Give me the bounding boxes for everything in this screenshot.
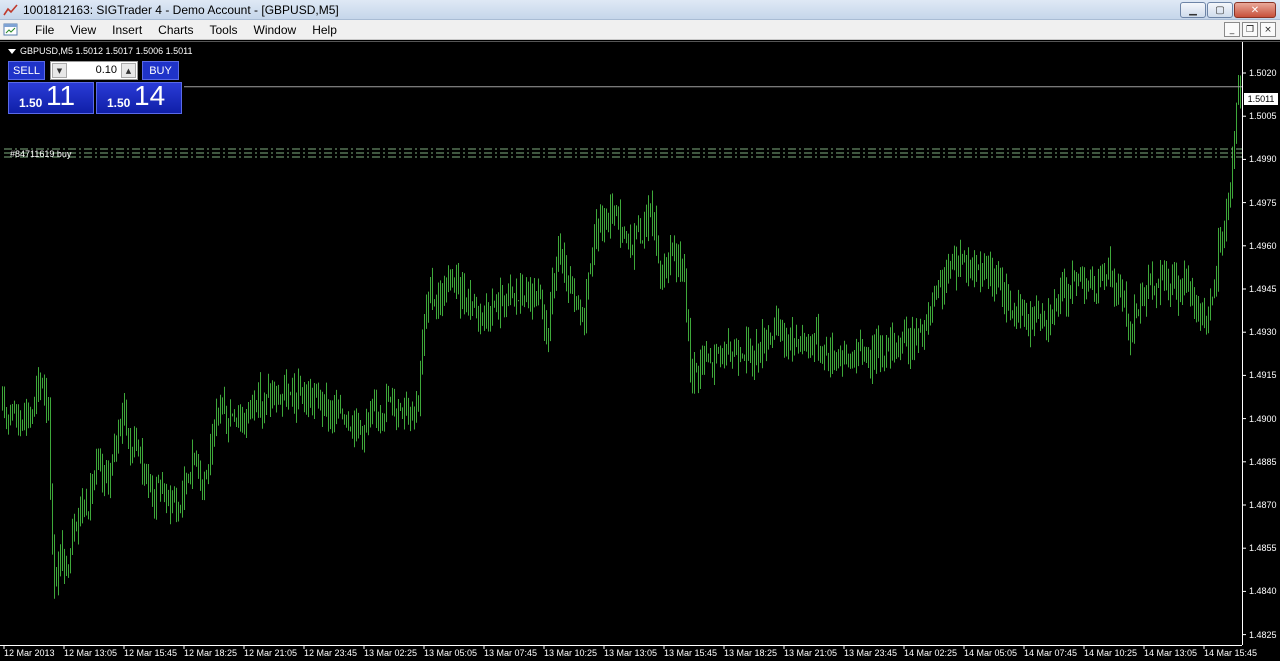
close-icon: × — [1264, 24, 1272, 35]
price-axis-label: 1.4975 — [1249, 197, 1277, 208]
time-axis-label: 13 Mar 18:25 — [724, 648, 778, 658]
order-label[interactable]: #84711619 buy — [10, 149, 71, 159]
time-axis-label: 13 Mar 21:05 — [784, 648, 838, 658]
time-axis-label: 13 Mar 05:05 — [424, 648, 478, 658]
price-axis-label: 1.4960 — [1249, 240, 1277, 251]
time-axis-label: 14 Mar 02:25 — [904, 648, 958, 658]
close-icon: ✕ — [1250, 4, 1260, 16]
price-axis-label: 1.4840 — [1249, 586, 1277, 597]
sell-price-button[interactable]: 1.50 11 — [8, 80, 94, 114]
time-axis-label: 14 Mar 10:25 — [1084, 648, 1138, 658]
minimize-icon: ▁ — [1189, 4, 1197, 16]
time-axis-label: 12 Mar 23:45 — [304, 648, 358, 658]
buy-price-small: 1.50 — [107, 96, 131, 110]
symbol-info: GBPUSD,M5 1.5012 1.5017 1.5006 1.5011 — [8, 46, 192, 56]
window-controls: ▁ ▢ ✕ — [1180, 2, 1276, 18]
price-axis-label: 1.5020 — [1249, 68, 1277, 78]
restore-icon: ❐ — [1245, 24, 1255, 35]
menu-insert[interactable]: Insert — [104, 20, 150, 40]
time-axis-label: 14 Mar 15:45 — [1204, 648, 1258, 658]
price-axis-label: 1.4990 — [1249, 154, 1277, 165]
mdi-minimize-button[interactable]: _ — [1224, 22, 1240, 37]
minimize-button[interactable]: ▁ — [1180, 2, 1206, 18]
lot-value[interactable]: 0.10 — [96, 64, 117, 76]
time-axis-label: 14 Mar 07:45 — [1024, 648, 1078, 658]
time-axis-label: 14 Mar 05:05 — [964, 648, 1018, 658]
symbol-info-text: GBPUSD,M5 1.5012 1.5017 1.5006 1.5011 — [20, 46, 193, 56]
buy-price-big: 14 — [134, 80, 166, 111]
collapse-triangle-icon[interactable] — [8, 48, 16, 54]
price-axis-label: 1.4930 — [1249, 327, 1277, 338]
time-axis-label: 13 Mar 07:45 — [484, 648, 538, 658]
time-axis-label: 12 Mar 21:05 — [244, 648, 298, 658]
buy-button[interactable]: BUY — [142, 61, 179, 80]
time-axis-label: 13 Mar 15:45 — [664, 648, 718, 658]
menu-bar: File View Insert Charts Tools Window Hel… — [0, 20, 1280, 40]
time-axis-label: 12 Mar 15:45 — [124, 648, 178, 658]
menu-window[interactable]: Window — [246, 20, 305, 40]
sell-price-big: 11 — [46, 80, 76, 111]
time-axis-label: 12 Mar 18:25 — [184, 648, 238, 658]
price-axis-label: 1.5005 — [1249, 111, 1277, 122]
chart-window-icon[interactable] — [3, 22, 19, 38]
time-axis-label: 12 Mar 13:05 — [64, 648, 118, 658]
title-bar: 1001812163: SIGTrader 4 - Demo Account -… — [0, 0, 1280, 20]
mdi-restore-button[interactable]: ❐ — [1242, 22, 1258, 37]
buy-price-button[interactable]: 1.50 14 — [96, 80, 182, 114]
time-axis-label: 13 Mar 10:25 — [544, 648, 598, 658]
sell-price-small: 1.50 — [19, 96, 43, 110]
menu-view[interactable]: View — [62, 20, 104, 40]
chevron-down-icon: ▼ — [56, 66, 63, 75]
chevron-up-icon: ▲ — [125, 66, 132, 75]
menu-help[interactable]: Help — [304, 20, 345, 40]
maximize-button[interactable]: ▢ — [1207, 2, 1233, 18]
menu-file[interactable]: File — [27, 20, 62, 40]
mdi-close-button[interactable]: × — [1260, 22, 1276, 37]
one-click-trading-panel: SELL ▼ 0.10 ▲ BUY 1.50 11 1.50 14 — [8, 60, 182, 114]
menu-tools[interactable]: Tools — [202, 20, 246, 40]
price-axis-label: 1.4885 — [1249, 456, 1277, 467]
time-axis-label: 13 Mar 23:45 — [844, 648, 898, 658]
price-axis-label: 1.4900 — [1249, 413, 1277, 424]
minimize-icon: _ — [1229, 24, 1235, 35]
menu-charts[interactable]: Charts — [150, 20, 201, 40]
time-axis-label: 14 Mar 13:05 — [1144, 648, 1198, 658]
price-chart[interactable]: GBPUSD,M5 1.5012 1.5017 1.5006 1.5011 SE… — [0, 41, 1280, 661]
price-axis-label: 1.4855 — [1249, 543, 1277, 554]
mdi-controls: _ ❐ × — [1224, 22, 1276, 37]
time-axis-label: 13 Mar 13:05 — [604, 648, 658, 658]
price-axis-label: 1.4915 — [1249, 370, 1277, 381]
lot-size-field[interactable]: ▼ 0.10 ▲ — [50, 61, 138, 80]
lot-decrease-button[interactable]: ▼ — [52, 63, 67, 78]
sell-button[interactable]: SELL — [8, 61, 45, 80]
price-axis-label: 1.4870 — [1249, 500, 1277, 510]
lot-increase-button[interactable]: ▲ — [121, 63, 136, 78]
price-axis-label: 1.4945 — [1249, 284, 1277, 294]
maximize-icon: ▢ — [1215, 4, 1225, 16]
close-button[interactable]: ✕ — [1234, 2, 1276, 18]
price-axis-label: 1.4825 — [1249, 629, 1277, 640]
time-axis-label: 12 Mar 2013 — [4, 648, 55, 658]
time-axis-label: 13 Mar 02:25 — [364, 648, 418, 658]
current-price-tag: 1.5011 — [1244, 93, 1278, 105]
app-icon — [3, 3, 19, 17]
window-title: 1001812163: SIGTrader 4 - Demo Account -… — [23, 2, 339, 17]
chart-canvas[interactable] — [0, 42, 1280, 661]
